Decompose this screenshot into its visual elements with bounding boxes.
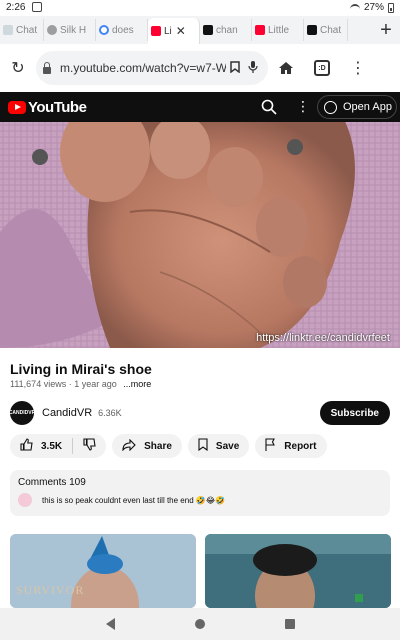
youtube-play-icon <box>8 100 26 114</box>
video-title[interactable]: Living in Mirai's shoe <box>10 361 152 377</box>
report-button[interactable]: Report <box>255 434 327 458</box>
commenter-avatar <box>18 493 32 507</box>
like-divider <box>72 438 74 454</box>
channel-name[interactable]: CandidVR <box>42 407 92 419</box>
browser-tab[interactable]: Little <box>252 19 304 41</box>
home-icon[interactable] <box>268 50 304 86</box>
flag-icon <box>265 438 276 454</box>
upload-icon <box>32 2 42 12</box>
tab-favicon-icon <box>307 25 317 35</box>
status-bar: 2:26 27% <box>0 0 400 16</box>
open-app-button[interactable]: Open App <box>317 95 397 119</box>
tab-favicon-icon <box>203 25 213 35</box>
subscriber-count: 6.36K <box>98 408 122 418</box>
tab-label: Chat <box>320 24 342 36</box>
channel-row: CANDIDVR CandidVR 6.36K Subscribe <box>9 400 390 426</box>
tab-label: Li <box>164 25 172 37</box>
close-tab-icon[interactable]: ✕ <box>176 24 186 38</box>
new-tab-plus-icon[interactable]: + <box>372 20 400 40</box>
save-label: Save <box>215 440 240 452</box>
top-comment: this is so peak couldnt even last till t… <box>18 493 382 507</box>
youtube-logo[interactable]: YouTube <box>8 98 87 116</box>
system-nav-bar <box>0 608 400 640</box>
youtube-favicon-icon <box>255 25 265 35</box>
youtube-header: YouTube ⋮ Open App <box>0 92 400 122</box>
open-app-label: Open App <box>343 101 392 113</box>
subscribe-button[interactable]: Subscribe <box>319 401 390 425</box>
channel-avatar[interactable]: CANDIDVR <box>9 401 35 425</box>
video-watermark: https://linktr.ee/candidvrfeet <box>256 332 390 344</box>
tab-label: Chat <box>16 24 38 36</box>
home-circle-icon[interactable] <box>194 619 205 629</box>
save-bookmark-icon <box>198 438 208 454</box>
like-count[interactable]: 3.5K <box>41 441 62 452</box>
browser-tab[interactable]: does <box>96 19 148 41</box>
tab-label: Silk H <box>60 24 87 36</box>
comments-panel[interactable]: Comments 109 this is so peak couldnt eve… <box>10 470 390 516</box>
thumbnail-image <box>205 534 391 608</box>
browser-menu-icon[interactable]: ⋮ <box>340 50 376 86</box>
clock: 2:26 <box>6 2 26 13</box>
status-icons: 27% <box>349 2 394 13</box>
recent-apps-icon[interactable] <box>284 619 295 629</box>
url-text: m.youtube.com/watch?v=w7-WiBC <box>60 61 226 75</box>
youtube-favicon-icon <box>151 26 161 36</box>
browser-tab-strip: Chat Silk H does Li ✕ chan Little Chat + <box>0 16 400 44</box>
recommended-video-thumbnail[interactable] <box>205 534 391 608</box>
share-label: Share <box>144 440 172 452</box>
recommended-video-thumbnail[interactable]: SURVIVOR <box>10 534 196 608</box>
tab-label: Little <box>268 24 290 36</box>
like-dislike-group: 3.5K <box>10 434 107 458</box>
tab-switcher-button[interactable]: :D <box>304 50 340 86</box>
tab-label: chan <box>216 24 238 36</box>
upload-age: · 1 year ago <box>68 379 117 389</box>
save-button[interactable]: Save <box>187 434 250 458</box>
tab-label: does <box>112 24 134 36</box>
battery-icon <box>388 2 394 13</box>
microphone-icon[interactable] <box>244 60 262 77</box>
lock-icon <box>42 62 52 74</box>
bookmark-icon[interactable] <box>226 60 244 76</box>
active-browser-tab[interactable]: Li ✕ <box>148 18 200 44</box>
youtube-wordmark: YouTube <box>28 98 87 116</box>
wifi-icon <box>349 3 360 12</box>
share-icon <box>122 438 136 454</box>
more-options-icon[interactable]: ⋮ <box>296 98 310 115</box>
browser-tab[interactable]: chan <box>200 19 252 41</box>
share-button[interactable]: Share <box>112 434 182 458</box>
address-row: ↻ m.youtube.com/watch?v=w7-WiBC :D ⋮ <box>0 44 400 92</box>
view-count: 111,674 views <box>10 379 67 389</box>
thumbs-down-icon[interactable] <box>83 438 96 454</box>
action-row: 3.5K Share Save Report <box>10 434 327 460</box>
more-description-link[interactable]: ...more <box>123 379 151 389</box>
search-favicon-icon <box>99 25 109 35</box>
report-label: Report <box>284 440 317 452</box>
browser-tab[interactable]: Chat <box>0 19 44 41</box>
video-frame <box>0 122 400 348</box>
comments-header: Comments 109 <box>18 477 86 488</box>
video-player[interactable]: https://linktr.ee/candidvrfeet <box>0 122 400 348</box>
video-meta[interactable]: 111,674 views · 1 year ago ...more <box>10 379 151 389</box>
back-icon[interactable] <box>105 618 115 630</box>
tab-favicon-icon <box>3 25 13 35</box>
thumbnail-overlay-text: SURVIVOR <box>16 583 85 597</box>
top-comment-text: this is so peak couldnt even last till t… <box>42 495 226 505</box>
reload-icon[interactable]: ↻ <box>0 50 36 86</box>
browser-tab[interactable]: Chat <box>304 19 348 41</box>
browser-tab[interactable]: Silk H <box>44 19 96 41</box>
account-icon <box>324 100 337 114</box>
url-bar[interactable]: m.youtube.com/watch?v=w7-WiBC <box>36 51 268 85</box>
battery-percent: 27% <box>363 2 384 13</box>
tab-count: :D <box>314 60 330 76</box>
thumbs-up-icon[interactable] <box>20 438 33 454</box>
tab-favicon-icon <box>47 25 57 35</box>
search-icon[interactable] <box>261 99 277 115</box>
